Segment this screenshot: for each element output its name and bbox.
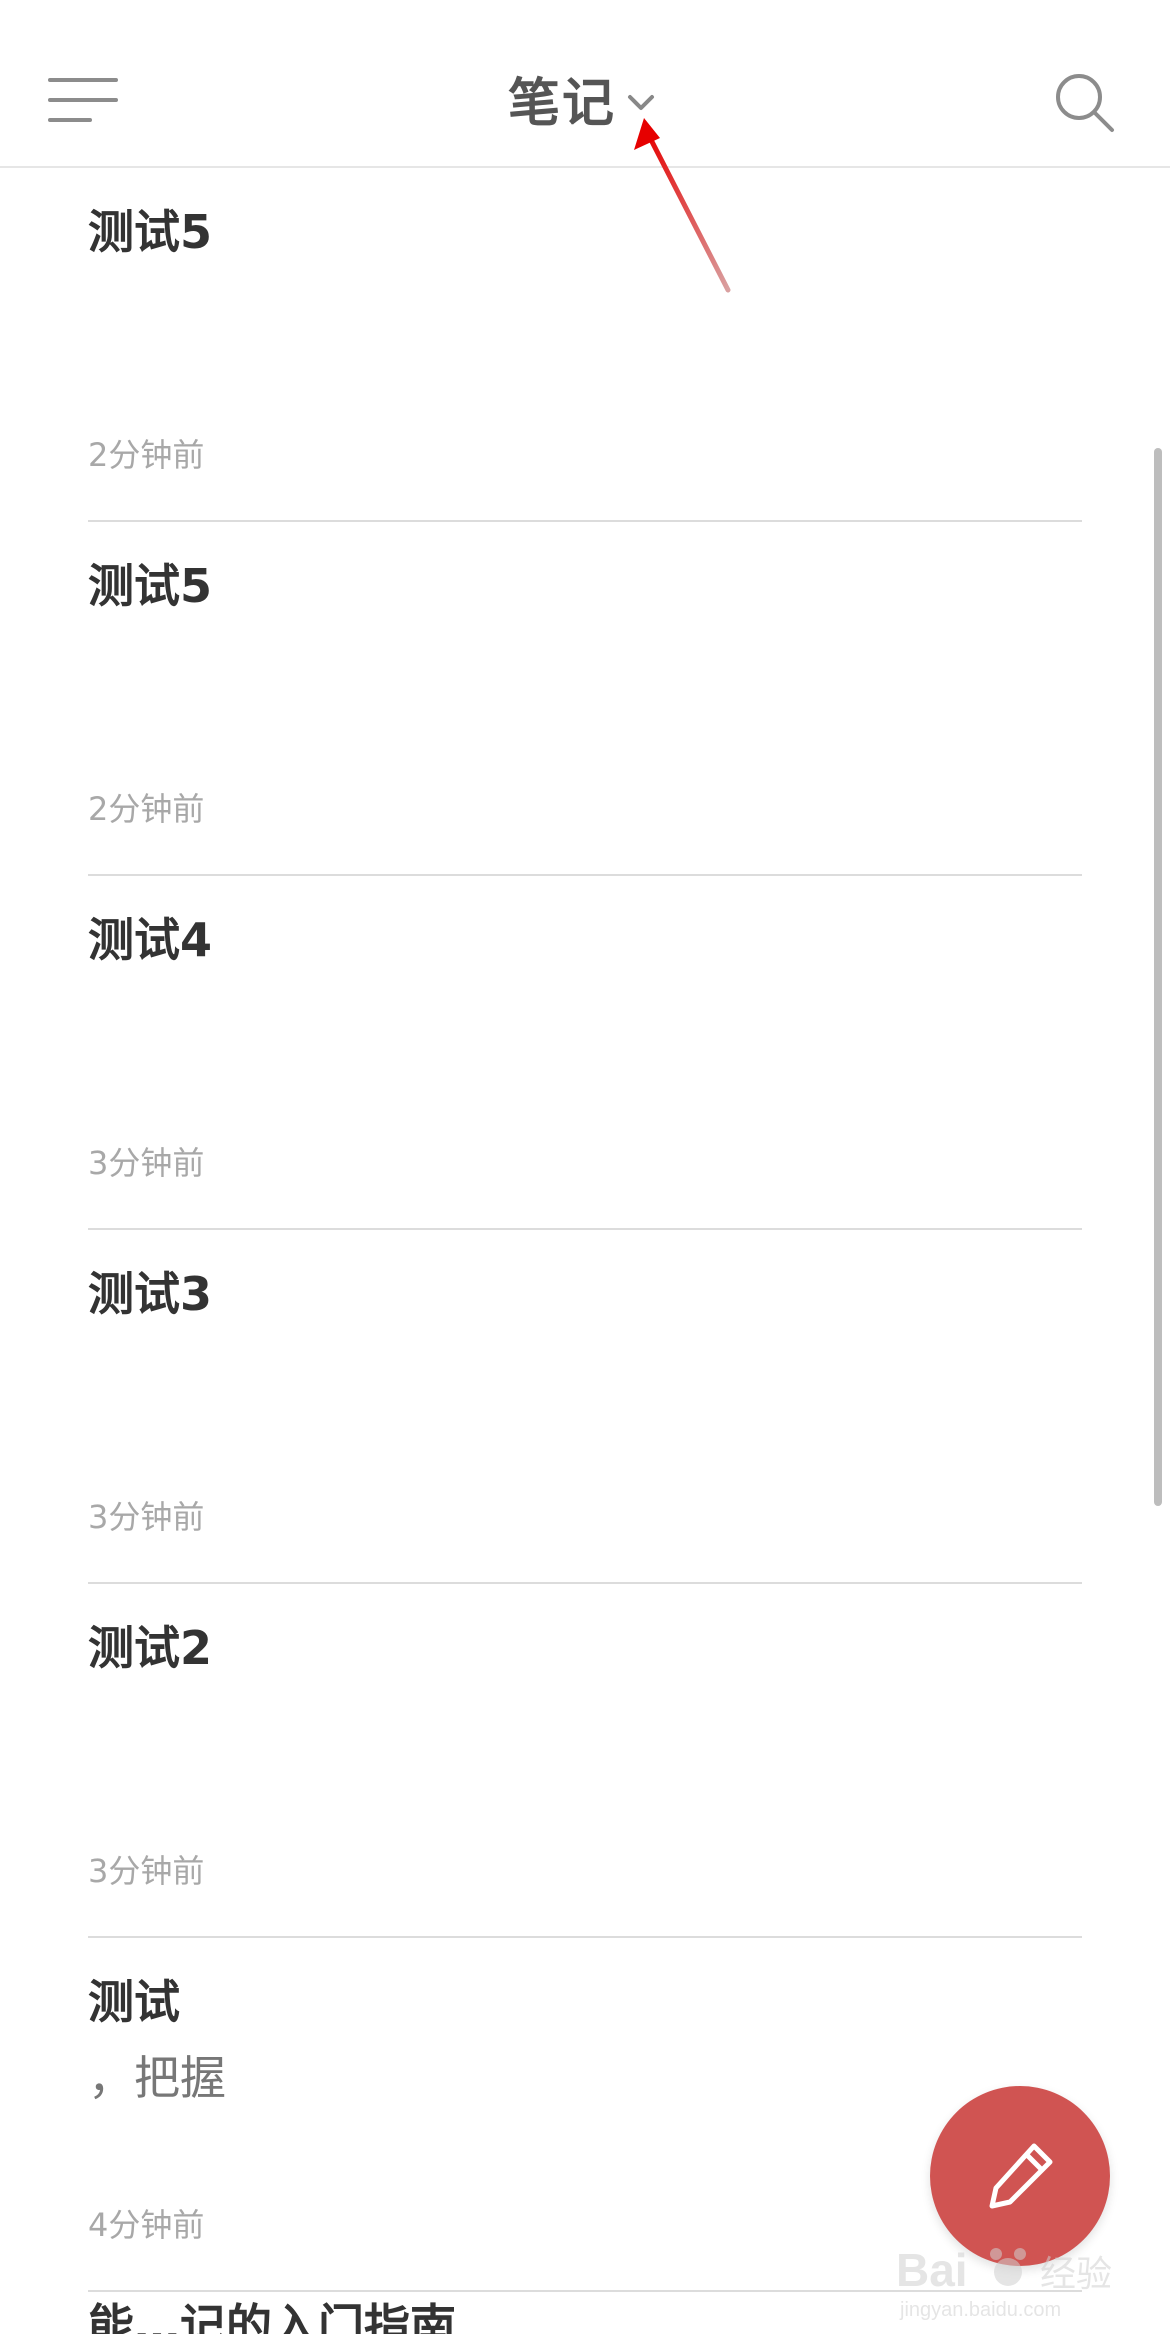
- note-timestamp: 3分钟前: [88, 1852, 205, 1890]
- new-note-button[interactable]: [930, 2086, 1110, 2266]
- top-app-bar: 笔记: [0, 0, 1170, 168]
- note-timestamp: 4分钟前: [88, 2206, 205, 2244]
- scrollbar[interactable]: [1154, 448, 1162, 1506]
- note-item[interactable]: 测试2 3分钟前: [88, 1584, 1082, 1938]
- note-title: 测试4: [88, 913, 213, 967]
- note-timestamp: 3分钟前: [88, 1498, 205, 1536]
- note-snippet: ，把握: [88, 2051, 226, 2105]
- partial-note-title[interactable]: 能…记的入门指南: [88, 2290, 456, 2334]
- note-timestamp: 3分钟前: [88, 1144, 205, 1182]
- note-item[interactable]: 测试5 2分钟前: [88, 522, 1082, 876]
- notebook-switcher[interactable]: 笔记: [508, 58, 658, 138]
- note-title: 测试5: [88, 559, 213, 613]
- note-title: 测试: [88, 1975, 180, 2029]
- svg-text:jingyan.baidu.com: jingyan.baidu.com: [899, 2299, 1061, 2321]
- pencil-icon: [989, 2143, 1053, 2209]
- note-title: 测试5: [88, 205, 213, 259]
- note-title: 测试3: [88, 1267, 213, 1321]
- note-item[interactable]: 测试5 2分钟前: [88, 168, 1082, 522]
- note-item[interactable]: 测试3 3分钟前: [88, 1230, 1082, 1584]
- page-title: 笔记: [508, 73, 617, 134]
- note-item[interactable]: 测试 ，把握 4分钟前: [88, 1938, 1082, 2292]
- hamburger-menu-icon[interactable]: [48, 76, 118, 126]
- note-title: 测试2: [88, 1621, 213, 1675]
- search-icon[interactable]: [1052, 70, 1116, 134]
- chevron-down-icon: [628, 95, 655, 110]
- note-item[interactable]: 测试4 3分钟前: [88, 876, 1082, 1230]
- note-timestamp: 2分钟前: [88, 790, 205, 828]
- note-timestamp: 2分钟前: [88, 436, 205, 474]
